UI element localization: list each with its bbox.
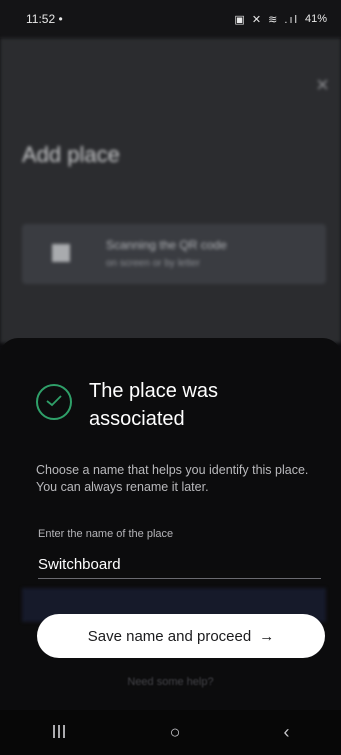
save-name-button[interactable]: Save name and proceed → [37,614,325,658]
status-icons: ▣ ✕ ≋ .ıl [234,13,299,26]
arrow-right-icon: → [259,627,275,645]
place-name-input[interactable] [38,550,321,579]
place-name-label: Enter the name of the place [38,528,174,540]
check-circle-icon [36,384,72,420]
recents-icon[interactable]: III [52,722,67,743]
navigation-bar: III ○ ‹ [0,710,341,755]
sheet-title: The place was associated [89,380,218,430]
page-title: Add place [22,142,120,167]
home-icon[interactable]: ○ [170,722,181,743]
scan-card-subtitle: on screen or by letter [106,258,200,269]
close-icon: × [316,72,329,97]
save-button-label: Save name and proceed [87,627,252,645]
status-bar: 11:52 • ▣ ✕ ≋ .ıl 41% [0,0,341,38]
battery-level: 41% [304,13,327,25]
scan-qr-card: Scanning the QR code on screen or by let… [22,224,326,284]
status-indicators: ▣ ✕ ≋ .ıl 41% [234,13,327,26]
sheet-description: Choose a name that helps you identify th… [36,463,309,494]
background-add-place-screen: × Add place Scanning the QR code on scre… [0,38,341,343]
back-icon[interactable]: ‹ [283,722,289,743]
qr-code-icon [52,244,70,262]
status-time: 11:52 • [26,12,63,26]
help-link[interactable]: Need some help? [0,676,341,688]
scan-card-title: Scanning the QR code [106,238,227,252]
